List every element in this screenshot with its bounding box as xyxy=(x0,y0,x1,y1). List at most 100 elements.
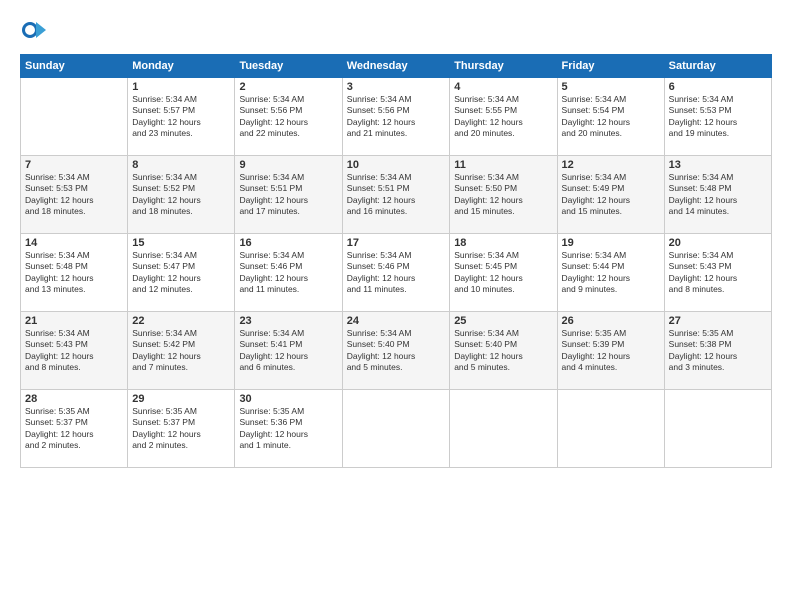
day-info: Sunrise: 5:34 AM Sunset: 5:49 PM Dayligh… xyxy=(562,172,660,218)
day-number: 29 xyxy=(132,393,230,405)
day-info: Sunrise: 5:34 AM Sunset: 5:40 PM Dayligh… xyxy=(454,328,552,374)
day-number: 22 xyxy=(132,315,230,327)
day-info: Sunrise: 5:34 AM Sunset: 5:44 PM Dayligh… xyxy=(562,250,660,296)
calendar-cell: 8Sunrise: 5:34 AM Sunset: 5:52 PM Daylig… xyxy=(128,156,235,234)
day-number: 8 xyxy=(132,159,230,171)
day-number: 15 xyxy=(132,237,230,249)
weekday-header-monday: Monday xyxy=(128,55,235,78)
calendar-cell: 19Sunrise: 5:34 AM Sunset: 5:44 PM Dayli… xyxy=(557,234,664,312)
day-number: 25 xyxy=(454,315,552,327)
calendar-cell: 17Sunrise: 5:34 AM Sunset: 5:46 PM Dayli… xyxy=(342,234,449,312)
day-info: Sunrise: 5:34 AM Sunset: 5:55 PM Dayligh… xyxy=(454,94,552,140)
day-number: 10 xyxy=(347,159,445,171)
day-info: Sunrise: 5:35 AM Sunset: 5:37 PM Dayligh… xyxy=(25,406,123,452)
day-number: 4 xyxy=(454,81,552,93)
calendar-cell: 11Sunrise: 5:34 AM Sunset: 5:50 PM Dayli… xyxy=(450,156,557,234)
calendar-cell: 14Sunrise: 5:34 AM Sunset: 5:48 PM Dayli… xyxy=(21,234,128,312)
calendar-cell: 30Sunrise: 5:35 AM Sunset: 5:36 PM Dayli… xyxy=(235,390,342,468)
calendar-cell: 6Sunrise: 5:34 AM Sunset: 5:53 PM Daylig… xyxy=(664,78,771,156)
day-info: Sunrise: 5:34 AM Sunset: 5:48 PM Dayligh… xyxy=(669,172,767,218)
calendar-cell: 27Sunrise: 5:35 AM Sunset: 5:38 PM Dayli… xyxy=(664,312,771,390)
day-number: 9 xyxy=(239,159,337,171)
calendar-cell: 5Sunrise: 5:34 AM Sunset: 5:54 PM Daylig… xyxy=(557,78,664,156)
calendar-cell: 21Sunrise: 5:34 AM Sunset: 5:43 PM Dayli… xyxy=(21,312,128,390)
day-info: Sunrise: 5:34 AM Sunset: 5:47 PM Dayligh… xyxy=(132,250,230,296)
day-number: 1 xyxy=(132,81,230,93)
day-number: 3 xyxy=(347,81,445,93)
calendar-cell xyxy=(664,390,771,468)
day-number: 7 xyxy=(25,159,123,171)
calendar-cell: 20Sunrise: 5:34 AM Sunset: 5:43 PM Dayli… xyxy=(664,234,771,312)
day-number: 24 xyxy=(347,315,445,327)
day-number: 11 xyxy=(454,159,552,171)
day-info: Sunrise: 5:34 AM Sunset: 5:48 PM Dayligh… xyxy=(25,250,123,296)
day-number: 13 xyxy=(669,159,767,171)
day-info: Sunrise: 5:34 AM Sunset: 5:51 PM Dayligh… xyxy=(239,172,337,218)
day-info: Sunrise: 5:34 AM Sunset: 5:57 PM Dayligh… xyxy=(132,94,230,140)
day-info: Sunrise: 5:34 AM Sunset: 5:56 PM Dayligh… xyxy=(347,94,445,140)
day-number: 12 xyxy=(562,159,660,171)
day-number: 21 xyxy=(25,315,123,327)
calendar-cell xyxy=(342,390,449,468)
day-info: Sunrise: 5:34 AM Sunset: 5:52 PM Dayligh… xyxy=(132,172,230,218)
calendar-cell: 25Sunrise: 5:34 AM Sunset: 5:40 PM Dayli… xyxy=(450,312,557,390)
day-info: Sunrise: 5:34 AM Sunset: 5:46 PM Dayligh… xyxy=(239,250,337,296)
calendar-cell: 12Sunrise: 5:34 AM Sunset: 5:49 PM Dayli… xyxy=(557,156,664,234)
logo xyxy=(20,16,54,44)
calendar-cell: 22Sunrise: 5:34 AM Sunset: 5:42 PM Dayli… xyxy=(128,312,235,390)
day-number: 28 xyxy=(25,393,123,405)
day-info: Sunrise: 5:34 AM Sunset: 5:43 PM Dayligh… xyxy=(669,250,767,296)
day-number: 17 xyxy=(347,237,445,249)
weekday-header-tuesday: Tuesday xyxy=(235,55,342,78)
day-info: Sunrise: 5:34 AM Sunset: 5:50 PM Dayligh… xyxy=(454,172,552,218)
page: SundayMondayTuesdayWednesdayThursdayFrid… xyxy=(0,0,792,612)
day-number: 18 xyxy=(454,237,552,249)
calendar-cell: 16Sunrise: 5:34 AM Sunset: 5:46 PM Dayli… xyxy=(235,234,342,312)
calendar-cell: 18Sunrise: 5:34 AM Sunset: 5:45 PM Dayli… xyxy=(450,234,557,312)
week-row-0: 1Sunrise: 5:34 AM Sunset: 5:57 PM Daylig… xyxy=(21,78,772,156)
weekday-header-sunday: Sunday xyxy=(21,55,128,78)
day-number: 23 xyxy=(239,315,337,327)
day-info: Sunrise: 5:34 AM Sunset: 5:43 PM Dayligh… xyxy=(25,328,123,374)
day-info: Sunrise: 5:34 AM Sunset: 5:41 PM Dayligh… xyxy=(239,328,337,374)
day-number: 27 xyxy=(669,315,767,327)
calendar-cell: 28Sunrise: 5:35 AM Sunset: 5:37 PM Dayli… xyxy=(21,390,128,468)
day-number: 19 xyxy=(562,237,660,249)
weekday-header-thursday: Thursday xyxy=(450,55,557,78)
logo-icon xyxy=(20,16,48,44)
day-info: Sunrise: 5:35 AM Sunset: 5:39 PM Dayligh… xyxy=(562,328,660,374)
day-info: Sunrise: 5:35 AM Sunset: 5:36 PM Dayligh… xyxy=(239,406,337,452)
day-info: Sunrise: 5:34 AM Sunset: 5:56 PM Dayligh… xyxy=(239,94,337,140)
calendar-cell: 3Sunrise: 5:34 AM Sunset: 5:56 PM Daylig… xyxy=(342,78,449,156)
calendar-cell: 13Sunrise: 5:34 AM Sunset: 5:48 PM Dayli… xyxy=(664,156,771,234)
calendar-cell xyxy=(21,78,128,156)
calendar-table: SundayMondayTuesdayWednesdayThursdayFrid… xyxy=(20,54,772,468)
day-info: Sunrise: 5:34 AM Sunset: 5:42 PM Dayligh… xyxy=(132,328,230,374)
day-info: Sunrise: 5:35 AM Sunset: 5:37 PM Dayligh… xyxy=(132,406,230,452)
calendar-cell: 2Sunrise: 5:34 AM Sunset: 5:56 PM Daylig… xyxy=(235,78,342,156)
calendar-cell: 10Sunrise: 5:34 AM Sunset: 5:51 PM Dayli… xyxy=(342,156,449,234)
day-number: 6 xyxy=(669,81,767,93)
day-info: Sunrise: 5:34 AM Sunset: 5:51 PM Dayligh… xyxy=(347,172,445,218)
week-row-4: 28Sunrise: 5:35 AM Sunset: 5:37 PM Dayli… xyxy=(21,390,772,468)
calendar-cell: 4Sunrise: 5:34 AM Sunset: 5:55 PM Daylig… xyxy=(450,78,557,156)
week-row-3: 21Sunrise: 5:34 AM Sunset: 5:43 PM Dayli… xyxy=(21,312,772,390)
weekday-header-saturday: Saturday xyxy=(664,55,771,78)
day-number: 2 xyxy=(239,81,337,93)
day-number: 20 xyxy=(669,237,767,249)
day-info: Sunrise: 5:34 AM Sunset: 5:53 PM Dayligh… xyxy=(25,172,123,218)
calendar-cell: 9Sunrise: 5:34 AM Sunset: 5:51 PM Daylig… xyxy=(235,156,342,234)
calendar-cell: 24Sunrise: 5:34 AM Sunset: 5:40 PM Dayli… xyxy=(342,312,449,390)
day-info: Sunrise: 5:34 AM Sunset: 5:40 PM Dayligh… xyxy=(347,328,445,374)
day-number: 5 xyxy=(562,81,660,93)
calendar-cell: 15Sunrise: 5:34 AM Sunset: 5:47 PM Dayli… xyxy=(128,234,235,312)
calendar-cell xyxy=(450,390,557,468)
weekday-header-wednesday: Wednesday xyxy=(342,55,449,78)
day-info: Sunrise: 5:34 AM Sunset: 5:54 PM Dayligh… xyxy=(562,94,660,140)
calendar-cell: 7Sunrise: 5:34 AM Sunset: 5:53 PM Daylig… xyxy=(21,156,128,234)
day-number: 30 xyxy=(239,393,337,405)
calendar-cell: 26Sunrise: 5:35 AM Sunset: 5:39 PM Dayli… xyxy=(557,312,664,390)
calendar-cell: 1Sunrise: 5:34 AM Sunset: 5:57 PM Daylig… xyxy=(128,78,235,156)
weekday-header-friday: Friday xyxy=(557,55,664,78)
day-info: Sunrise: 5:35 AM Sunset: 5:38 PM Dayligh… xyxy=(669,328,767,374)
